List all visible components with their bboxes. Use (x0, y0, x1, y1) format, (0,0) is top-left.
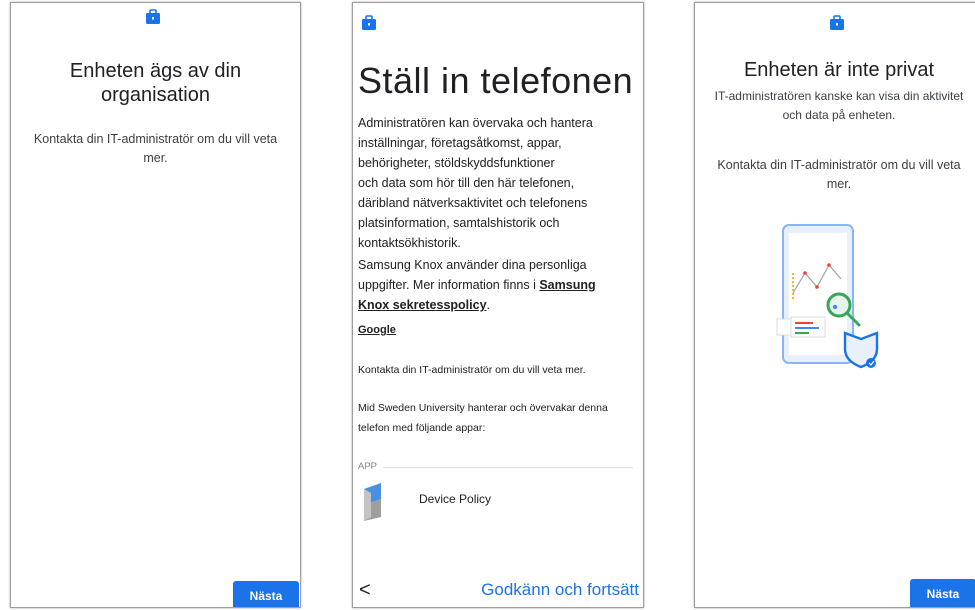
device-policy-icon (361, 481, 387, 523)
contact-admin-text: Kontakta din IT-administratör om du vill… (717, 158, 961, 191)
screen-setup-phone: Ställ in telefonen Administratören kan ö… (352, 2, 644, 608)
activity-visibility-text: IT-administratören kanske kan visa din a… (714, 89, 964, 122)
page-title: Ställ in telefonen (358, 60, 634, 101)
knox-privacy-text: Samsung Knox använder dina personliga up… (358, 258, 596, 312)
page-title: Enheten ägs av din organisation (69, 60, 242, 106)
accept-continue-button[interactable]: Godkänn och fortsätt (481, 580, 639, 600)
briefcase-icon (361, 15, 377, 31)
app-section-label: APP (358, 461, 378, 472)
contact-admin-text: Kontakta din IT-administratör om du vill… (358, 364, 586, 376)
divider (383, 467, 633, 468)
briefcase-icon (145, 9, 161, 25)
app-name: Device Policy (419, 492, 492, 506)
description-text: Kontakta din IT-administratör om du vill… (33, 132, 278, 165)
google-link[interactable]: Google (358, 324, 396, 336)
back-button[interactable]: < (359, 579, 371, 602)
knox-privacy-link[interactable]: Samsung (539, 278, 595, 292)
next-button[interactable]: Nästa (233, 581, 299, 607)
screen-device-owned: Enheten ägs av din organisation Kontakta… (10, 2, 301, 608)
admin-description: Administratören kan övervaka och hantera… (358, 116, 593, 250)
managed-apps-text: Mid Sweden University hanterar och överv… (358, 402, 608, 434)
phone-monitoring-illustration (773, 221, 893, 381)
next-button[interactable]: Nästa (910, 579, 975, 607)
briefcase-icon (829, 15, 845, 31)
screen-device-not-private: Enheten är inte privat IT-administratöre… (694, 2, 975, 608)
page-title: Enheten är inte privat (743, 59, 935, 81)
knox-privacy-link-cont[interactable]: Knox sekretesspolicy (358, 298, 487, 312)
